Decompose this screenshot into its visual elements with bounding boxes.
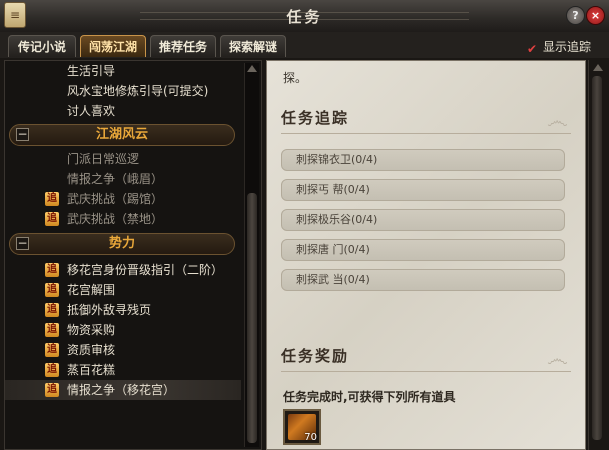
track-badge-icon: 追: [45, 303, 59, 317]
tracking-section-title: 任务追踪: [281, 109, 350, 127]
scroll-up-arrow-icon[interactable]: [593, 64, 603, 71]
list-item[interactable]: 追 资质审核: [5, 340, 241, 360]
checkmark-icon: ✔: [526, 42, 538, 56]
list-item-selected[interactable]: 追 情报之争（移花宫）: [5, 380, 241, 400]
list-item[interactable]: 追 武庆挑战（踢馆）: [5, 189, 241, 209]
help-button[interactable]: ?: [566, 6, 585, 25]
title-ornament-right: [299, 12, 469, 20]
close-button[interactable]: ×: [586, 6, 605, 25]
scrollbar-thumb[interactable]: [247, 193, 257, 443]
objective-row: 刺探锦衣卫(0/4): [281, 149, 565, 171]
objective-row: 刺探丐 帮(0/4): [281, 179, 565, 201]
section-header-faction[interactable]: − 势力: [9, 233, 235, 255]
divider: [281, 371, 571, 372]
objective-row: 刺探武 当(0/4): [281, 269, 565, 291]
quest-list-scrollbar[interactable]: [244, 63, 259, 447]
section-label: 势力: [108, 236, 135, 251]
track-badge-icon: 追: [45, 343, 59, 357]
list-item[interactable]: 追 蒸百花糕: [5, 360, 241, 380]
reward-section-title: 任务奖励: [281, 347, 350, 365]
tab-bar: 传记小说 闯荡江湖 推荐任务 探索解谜 ✔ 显示追踪: [0, 32, 609, 58]
scrollbar-thumb[interactable]: [592, 76, 602, 440]
track-badge-icon: 追: [45, 363, 59, 377]
track-badge-icon: 追: [45, 283, 59, 297]
tab-recommended[interactable]: 推荐任务: [150, 35, 216, 57]
section-label: 江湖风云: [95, 127, 148, 142]
detail-scrollbar[interactable]: [588, 60, 606, 450]
scroll-up-arrow-icon[interactable]: [247, 65, 257, 72]
list-item[interactable]: 追 花宫解围: [5, 280, 241, 300]
list-item[interactable]: 情报之争（峨眉）: [5, 169, 241, 189]
list-item[interactable]: 追 物资采购: [5, 320, 241, 340]
reward-item-slot[interactable]: 70: [283, 409, 321, 445]
tab-biography[interactable]: 传记小说: [8, 35, 76, 57]
show-tracking-label: 显示追踪: [542, 40, 591, 54]
item-quantity: 70: [304, 432, 317, 443]
list-item[interactable]: 讨人喜欢: [5, 101, 241, 121]
objective-row: 刺探唐 门(0/4): [281, 239, 565, 261]
tab-wander-jianghu[interactable]: 闯荡江湖: [80, 35, 146, 57]
track-badge-icon: 追: [45, 383, 59, 397]
swirl-ornament-icon: ෴: [547, 109, 568, 134]
divider: [281, 133, 571, 134]
track-badge-icon: 追: [45, 263, 59, 277]
list-item[interactable]: 追 抵御外敌寻残页: [5, 300, 241, 320]
quest-detail-panel: 探。 ෴ 任务追踪 刺探锦衣卫(0/4) 刺探丐 帮(0/4) 刺探极乐谷(0/…: [266, 60, 586, 450]
list-item[interactable]: 风水宝地修炼引导(可提交): [5, 81, 241, 101]
swirl-ornament-icon: ෴: [547, 347, 568, 372]
show-tracking-toggle[interactable]: ✔ 显示追踪: [527, 38, 591, 55]
list-item[interactable]: 门派日常巡逻: [5, 149, 241, 169]
tab-explore-puzzle[interactable]: 探索解谜: [220, 35, 286, 57]
list-item[interactable]: 追 移花宫身份晋级指引（二阶）: [5, 260, 241, 280]
reward-description: 任务完成时,可获得下列所有道具: [283, 390, 456, 404]
track-badge-icon: 追: [45, 192, 59, 206]
section-header-jianghu[interactable]: − 江湖风云: [9, 124, 235, 146]
title-bar: ≡ 任务 ? ×: [0, 0, 609, 33]
objective-row: 刺探极乐谷(0/4): [281, 209, 565, 231]
list-item[interactable]: 追 武庆挑战（禁地）: [5, 209, 241, 229]
description-text: 探。: [283, 71, 308, 85]
track-badge-icon: 追: [45, 323, 59, 337]
quest-list-panel: 生活引导 风水宝地修炼引导(可提交) 讨人喜欢 − 江湖风云 门派日常巡逻 情报…: [4, 60, 262, 450]
list-item[interactable]: 生活引导: [5, 61, 241, 81]
track-badge-icon: 追: [45, 212, 59, 226]
